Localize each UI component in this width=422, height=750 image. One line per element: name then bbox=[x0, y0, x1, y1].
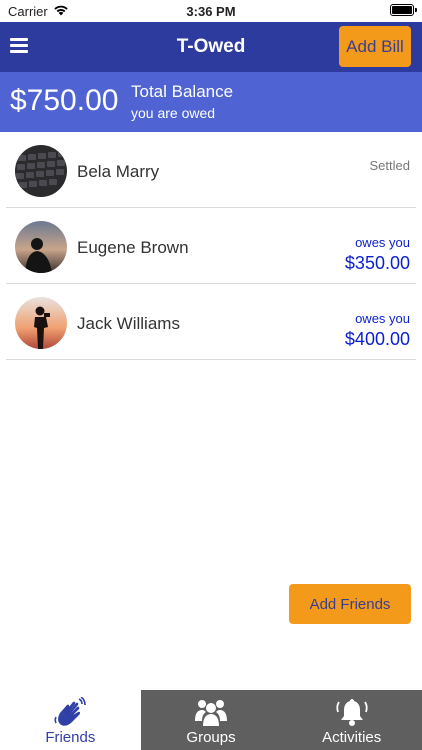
avatar bbox=[15, 221, 67, 273]
owes-you-label: owes you bbox=[355, 311, 410, 326]
total-balance-label: Total Balance bbox=[131, 82, 234, 101]
owed-amount: $400.00 bbox=[344, 329, 410, 349]
friend-row-jack-williams[interactable]: Jack Williams owes you $400.00 bbox=[6, 284, 416, 360]
tab-bar: Friends Groups Activities bbox=[0, 690, 422, 750]
friend-name: Bela Marry bbox=[77, 162, 160, 181]
friend-name: Eugene Brown bbox=[77, 238, 189, 257]
add-bill-button[interactable]: Add Bill bbox=[339, 26, 411, 67]
avatar bbox=[15, 297, 67, 349]
clock-time: 3:36 PM bbox=[186, 4, 236, 19]
waving-hand-icon bbox=[54, 696, 87, 732]
friend-row-eugene-brown[interactable]: Eugene Brown owes you $350.00 bbox=[6, 208, 416, 284]
status-bar: Carrier 3:36 PM bbox=[0, 0, 422, 22]
friend-row-bela-marry[interactable]: Bela Marry Settled bbox=[6, 132, 416, 208]
owed-amount: $350.00 bbox=[344, 253, 410, 273]
group-icon bbox=[194, 697, 228, 732]
nav-bar: T-Owed Add Bill bbox=[0, 22, 422, 72]
tab-label: Activities bbox=[322, 729, 382, 746]
tab-label: Friends bbox=[45, 729, 96, 746]
status-bar-right bbox=[390, 4, 417, 16]
friends-list: Bela Marry Settled Eugene Brown owes you… bbox=[6, 132, 416, 360]
hamburger-menu-icon[interactable] bbox=[10, 38, 28, 54]
tab-friends[interactable]: Friends bbox=[0, 690, 141, 750]
tab-activities[interactable]: Activities bbox=[281, 690, 422, 750]
bell-icon bbox=[335, 697, 369, 732]
tab-label: Groups bbox=[186, 729, 236, 746]
total-balance-sublabel: you are owed bbox=[131, 105, 216, 121]
friend-name: Jack Williams bbox=[77, 314, 180, 333]
avatar bbox=[15, 145, 67, 197]
owes-you-label: owes you bbox=[355, 235, 410, 250]
tab-groups[interactable]: Groups bbox=[140, 690, 282, 750]
settled-status: Settled bbox=[369, 158, 410, 173]
total-balance-amount: $750.00 bbox=[10, 84, 119, 117]
balance-header: $750.00 Total Balance you are owed bbox=[0, 72, 422, 132]
add-friends-button[interactable]: Add Friends bbox=[289, 584, 411, 624]
battery-icon bbox=[390, 4, 417, 16]
